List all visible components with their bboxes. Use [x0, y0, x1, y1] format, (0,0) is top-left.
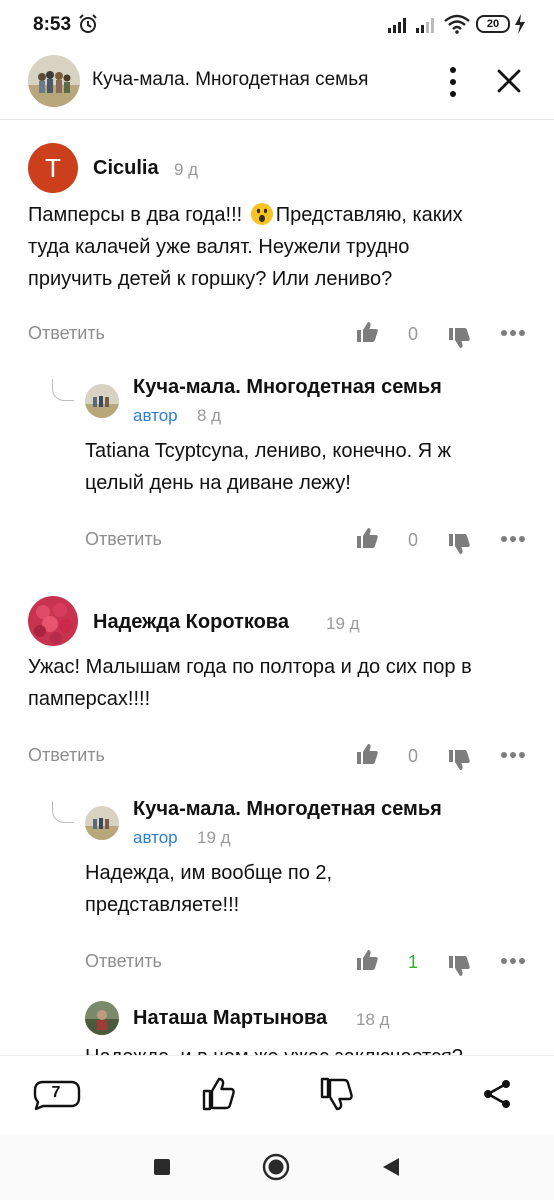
dislike-icon[interactable] [447, 748, 471, 772]
share-icon[interactable] [482, 1078, 514, 1110]
like-icon[interactable] [355, 526, 379, 550]
comment-text: Ужас! Малышам года по полтора и до сих п… [28, 651, 538, 715]
comment-text-line: Представляю, каких [275, 204, 463, 226]
channel-title[interactable]: Куча-мала. Многодетная семья [92, 69, 368, 91]
thread-line [52, 379, 74, 401]
comment-text-line: целый день на диване лежу! [85, 472, 351, 494]
status-bar: 8:53 20 [0, 0, 554, 52]
like-icon[interactable] [355, 948, 379, 972]
system-nav-bar [0, 1135, 554, 1200]
astonished-face-emoji [250, 203, 273, 225]
comment-author[interactable]: Куча-мала. Многодетная семья [133, 798, 442, 821]
user-avatar[interactable] [85, 1001, 119, 1035]
dislike-icon[interactable] [447, 532, 471, 556]
comment-time: 9 д [174, 160, 199, 179]
recent-apps-icon[interactable] [154, 1159, 170, 1175]
comment-text-line: Памперсы в два года!!! [28, 204, 248, 226]
signal-icon [388, 18, 406, 33]
signal-icon [416, 18, 434, 33]
like-count: 0 [408, 324, 419, 344]
reply-comment: Куча-мала. Многодетная семья автор 8 д T… [0, 361, 554, 571]
user-avatar[interactable]: T [28, 143, 78, 193]
comment-text: Надежда, им вообще по 2, представляете!!… [85, 857, 540, 921]
home-icon[interactable] [262, 1153, 290, 1181]
avatar-letter: T [45, 153, 61, 183]
reply-comment: Наташа Мартынова 18 д Надежда, и в чем ж… [0, 991, 554, 1055]
comment-text-line: Надежда, и в чем же ужас заключается? [85, 1041, 540, 1055]
comment-time: 19 д [326, 614, 360, 633]
comment-text-line: памперсах!!!! [28, 688, 151, 710]
like-count: 1 [408, 952, 419, 972]
status-time: 8:53 [33, 14, 72, 35]
more-options-icon[interactable] [500, 751, 526, 759]
comment-time: 18 д [356, 1010, 390, 1029]
comments-header: Куча-мала. Многодетная семья [0, 52, 554, 120]
like-count: 0 [408, 746, 419, 766]
comment-text: Надежда, и в чем же ужас заключается? [85, 1041, 540, 1055]
like-icon[interactable] [200, 1076, 236, 1112]
comment-text: Tatiana Tcyptcyna, лениво, конечно. Я ж … [85, 435, 540, 499]
charging-bolt-icon [515, 14, 525, 34]
comment-text: Памперсы в два года!!! Представляю, каки… [28, 199, 538, 295]
like-icon[interactable] [355, 320, 379, 344]
author-badge: автор [133, 406, 178, 425]
reply-button[interactable]: Ответить [28, 323, 105, 344]
like-icon[interactable] [355, 742, 379, 766]
dislike-icon[interactable] [318, 1076, 354, 1112]
comment: Надежда Короткова 19 д Ужас! Малышам год… [0, 571, 554, 781]
comment-author[interactable]: Надежда Короткова [93, 611, 289, 634]
more-options-icon[interactable] [500, 535, 526, 543]
comment-text-line: Ужас! Малышам года по полтора и до сих п… [28, 656, 472, 678]
comment-author[interactable]: Наташа Мартынова [133, 1007, 327, 1030]
close-icon[interactable] [494, 66, 524, 96]
battery-icon: 20 [476, 15, 510, 33]
comment-author[interactable]: Ciculia [93, 157, 159, 180]
kebab-menu-icon[interactable] [440, 62, 466, 102]
comment-text-line: Tatiana Tcyptcyna, лениво, конечно. Я ж [85, 440, 452, 462]
dislike-icon[interactable] [447, 326, 471, 350]
reply-button[interactable]: Ответить [28, 745, 105, 766]
comment-text-line: представляете!!! [85, 894, 240, 916]
comment-text-line: Надежда, им вообще по 2, [85, 862, 333, 884]
back-icon[interactable] [381, 1156, 401, 1178]
user-avatar[interactable] [85, 806, 119, 840]
comment-author[interactable]: Куча-мала. Многодетная семья [133, 376, 442, 399]
comment-time: 19 д [197, 828, 231, 847]
comment-time: 8 д [197, 406, 222, 425]
dislike-icon[interactable] [447, 954, 471, 978]
comment: T Ciculia 9 д Памперсы в два года!!! Пре… [0, 121, 554, 361]
bottom-action-bar: 7 [0, 1055, 554, 1135]
user-avatar[interactable] [85, 384, 119, 418]
comment-text-line: туда калачей уже валят. Неужели трудно [28, 236, 410, 258]
reply-button[interactable]: Ответить [85, 951, 162, 972]
reply-button[interactable]: Ответить [85, 529, 162, 550]
comments-list[interactable]: T Ciculia 9 д Памперсы в два года!!! Пре… [0, 121, 554, 1055]
more-options-icon[interactable] [500, 329, 526, 337]
thread-line [52, 801, 74, 823]
channel-avatar[interactable] [28, 55, 80, 107]
more-options-icon[interactable] [500, 957, 526, 965]
comment-text-line: приучить детей к горшку? Или лениво? [28, 268, 393, 290]
author-badge: автор [133, 828, 178, 847]
reply-comment: Куча-мала. Многодетная семья автор 19 д … [0, 781, 554, 991]
comments-count: 7 [51, 1084, 61, 1101]
like-count: 0 [408, 530, 419, 550]
wifi-icon [444, 14, 470, 34]
user-avatar[interactable] [28, 596, 78, 646]
alarm-icon [79, 14, 97, 33]
